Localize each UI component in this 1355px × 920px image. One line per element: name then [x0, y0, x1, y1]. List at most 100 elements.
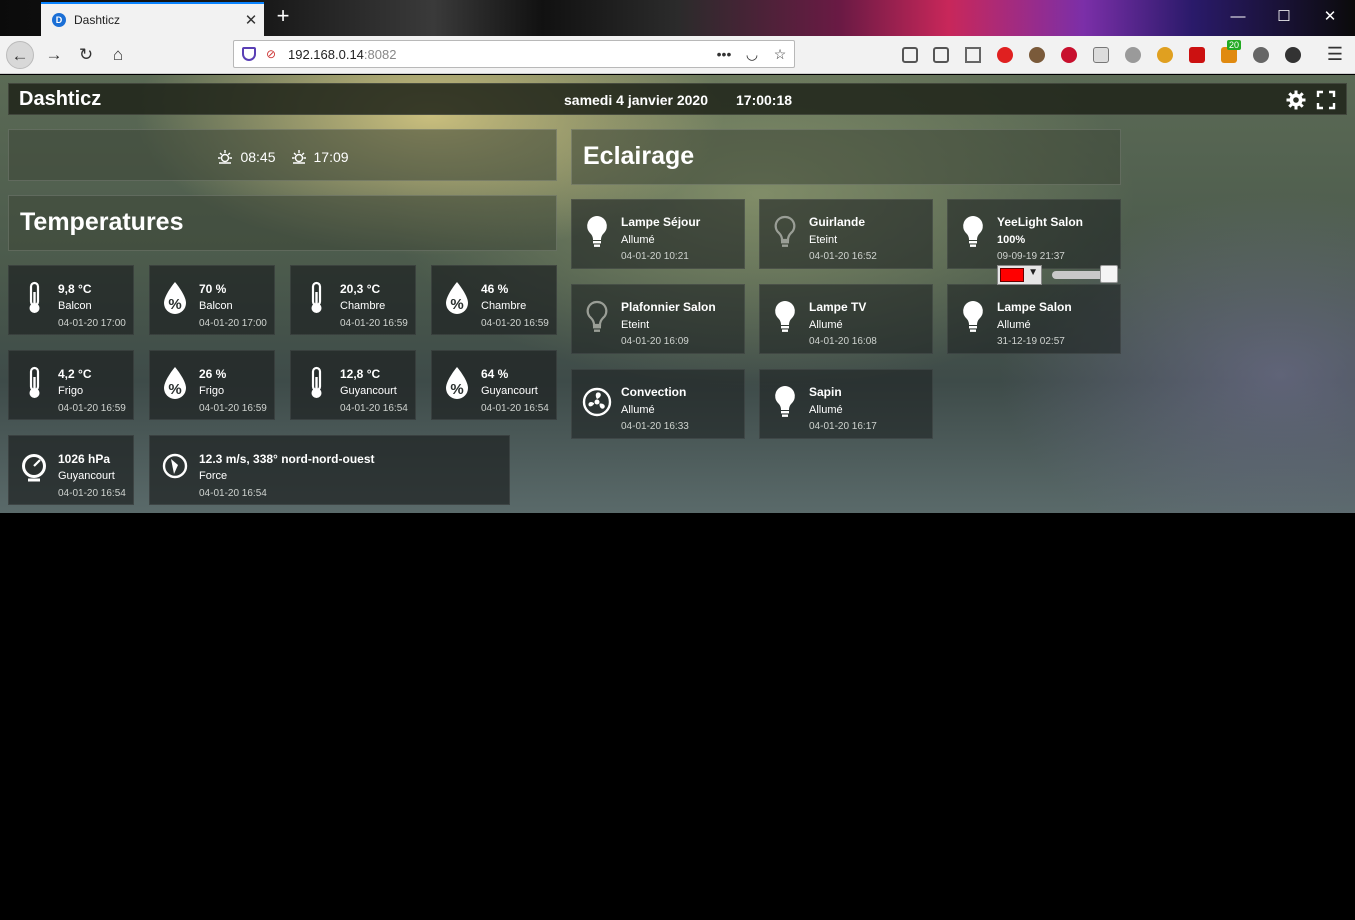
- light-tile[interactable]: Lampe Salon Allumé 31-12-19 02:57: [947, 284, 1121, 354]
- light-tile[interactable]: Convection Allumé 04-01-20 16:33: [571, 369, 745, 439]
- stylus-icon[interactable]: [1093, 47, 1109, 63]
- light-state: Allumé: [997, 319, 1031, 331]
- sensor-name: Balcon: [58, 300, 92, 312]
- account-icon[interactable]: [1253, 47, 1269, 63]
- color-picker-icon[interactable]: [1285, 47, 1301, 63]
- browser-titlebar: D Dashticz ✕ + — ☐ ✕: [0, 0, 1355, 36]
- humidity-icon: %: [446, 282, 468, 314]
- light-name: Sapin: [809, 385, 842, 399]
- adblock-plus-icon[interactable]: [1061, 47, 1077, 63]
- sensor-tile[interactable]: 9,8 °C Balcon 04-01-20 17:00: [8, 265, 134, 335]
- screenshot-icon[interactable]: [965, 47, 981, 63]
- light-tile[interactable]: Lampe TV Allumé 04-01-20 16:08: [759, 284, 933, 354]
- sensor-tile[interactable]: % 26 % Frigo 04-01-20 16:59: [149, 350, 275, 420]
- light-name: Lampe Séjour: [621, 215, 701, 229]
- back-button[interactable]: ←: [6, 41, 34, 69]
- home-button[interactable]: ⌂: [104, 41, 132, 69]
- dashboard-header: Dashticz samedi 4 janvier 2020 17:00:18: [8, 83, 1347, 115]
- cookie-icon[interactable]: [1029, 47, 1045, 63]
- light-tile[interactable]: Sapin Allumé 04-01-20 16:17: [759, 369, 933, 439]
- sensor-name: Frigo: [199, 385, 225, 397]
- light-date: 31-12-19 02:57: [997, 336, 1065, 347]
- color-picker[interactable]: ▼: [997, 265, 1042, 285]
- maximize-button[interactable]: ☐: [1272, 6, 1296, 28]
- sensor-value: 64 %: [481, 367, 509, 381]
- svg-text:%: %: [450, 296, 463, 313]
- sunset-time: 17:09: [313, 149, 349, 165]
- light-tile[interactable]: Lampe Séjour Allumé 04-01-20 10:21: [571, 199, 745, 269]
- tab-close-icon[interactable]: ✕: [238, 11, 264, 29]
- bulb-on-icon: [587, 216, 607, 247]
- sensor-tile[interactable]: % 64 % Guyancourt 04-01-20 16:54: [431, 350, 557, 420]
- sensor-tile[interactable]: % 70 % Balcon 04-01-20 17:00: [149, 265, 275, 335]
- download-icon[interactable]: 20: [1221, 40, 1242, 63]
- light-date: 04-01-20 16:09: [621, 336, 689, 347]
- sensor-value: 70 %: [199, 282, 227, 296]
- extension-gear-icon[interactable]: [1125, 47, 1141, 63]
- light-state: 100%: [997, 234, 1026, 246]
- svg-text:%: %: [168, 381, 181, 398]
- page-actions-button[interactable]: •••: [710, 46, 738, 62]
- insecure-connection-icon[interactable]: ⊘: [266, 47, 280, 61]
- chevron-down-icon: ▼: [1028, 267, 1038, 278]
- sensor-date: 04-01-20 17:00: [199, 318, 267, 329]
- light-tile[interactable]: Plafonnier Salon Eteint 04-01-20 16:09: [571, 284, 745, 354]
- light-state: Eteint: [809, 234, 838, 246]
- lighting-title: Eclairage: [583, 142, 695, 170]
- address-bar[interactable]: ⊘ 192.168.0.14:8082 ••• ◡ ☆: [233, 40, 795, 68]
- dashticz-favicon-icon: D: [52, 13, 66, 27]
- forward-button[interactable]: →: [40, 41, 68, 69]
- sensor-date: 04-01-20 16:54: [340, 403, 408, 414]
- barometer-icon: [22, 454, 46, 482]
- slider-handle[interactable]: [1100, 265, 1118, 283]
- sun-times-panel: 08:45 17:09: [8, 129, 557, 181]
- light-tile[interactable]: Guirlande Eteint 04-01-20 16:52: [759, 199, 933, 269]
- sensor-tile[interactable]: 1026 hPa Guyancourt 04-01-20 16:54: [8, 435, 134, 505]
- reload-button[interactable]: ↻: [72, 41, 100, 69]
- fullscreen-icon[interactable]: [1316, 90, 1336, 110]
- tracking-protection-icon[interactable]: [242, 47, 256, 61]
- sensor-value: 46 %: [481, 282, 509, 296]
- sensor-date: 04-01-20 17:00: [58, 318, 126, 329]
- pocket-icon[interactable]: ◡: [738, 46, 766, 63]
- humidity-icon: %: [164, 367, 186, 399]
- sensor-tile[interactable]: 4,2 °C Frigo 04-01-20 16:59: [8, 350, 134, 420]
- light-state: Eteint: [621, 319, 650, 331]
- sensor-tile[interactable]: 12.3 m/s, 338° nord-nord-ouest Force 04-01…: [149, 435, 510, 505]
- url-text[interactable]: 192.168.0.14:8082: [288, 47, 710, 62]
- open-menu-button[interactable]: ☰: [1327, 44, 1343, 65]
- light-name: Guirlande: [809, 215, 866, 229]
- new-tab-button[interactable]: +: [272, 5, 294, 28]
- sensor-tile[interactable]: % 46 % Chambre 04-01-20 16:59: [431, 265, 557, 335]
- youtube-play-icon[interactable]: [997, 47, 1013, 63]
- sensor-value: 12,8 °C: [340, 367, 381, 381]
- brightness-slider[interactable]: [1052, 265, 1118, 283]
- tab-title: Dashticz: [74, 13, 121, 27]
- sunrise-icon: [218, 150, 233, 164]
- library-icon[interactable]: [902, 47, 918, 63]
- sensor-name: Guyancourt: [340, 385, 397, 397]
- thermometer-icon: [29, 366, 40, 398]
- sensor-date: 04-01-20 16:59: [199, 403, 267, 414]
- light-tile[interactable]: YeeLight Salon 100% 09-09-19 21:37 ▼: [947, 199, 1121, 285]
- light-date: 04-01-20 16:08: [809, 336, 877, 347]
- bee-icon[interactable]: [1157, 47, 1173, 63]
- close-window-button[interactable]: ✕: [1318, 6, 1342, 28]
- browser-tab[interactable]: D Dashticz ✕: [41, 2, 264, 36]
- sensor-tile[interactable]: 20,3 °C Chambre 04-01-20 16:59: [290, 265, 416, 335]
- sensor-tile[interactable]: 12,8 °C Guyancourt 04-01-20 16:54: [290, 350, 416, 420]
- sensor-name: Chambre: [481, 300, 527, 312]
- bookmark-star-icon[interactable]: ☆: [766, 46, 794, 63]
- svg-text:%: %: [450, 381, 463, 398]
- minimize-button[interactable]: —: [1226, 6, 1250, 28]
- light-date: 04-01-20 16:33: [621, 421, 689, 432]
- sensor-value: 26 %: [199, 367, 227, 381]
- sensor-date: 04-01-20 16:59: [481, 318, 549, 329]
- light-date: 04-01-20 10:21: [621, 251, 689, 262]
- bulb-off-icon: [774, 215, 796, 247]
- sidebar-icon[interactable]: [933, 47, 949, 63]
- sensor-value: 9,8 °C: [58, 282, 92, 296]
- youtube-icon[interactable]: [1189, 47, 1205, 63]
- settings-gear-icon[interactable]: [1286, 90, 1306, 110]
- color-swatch: [1000, 268, 1024, 282]
